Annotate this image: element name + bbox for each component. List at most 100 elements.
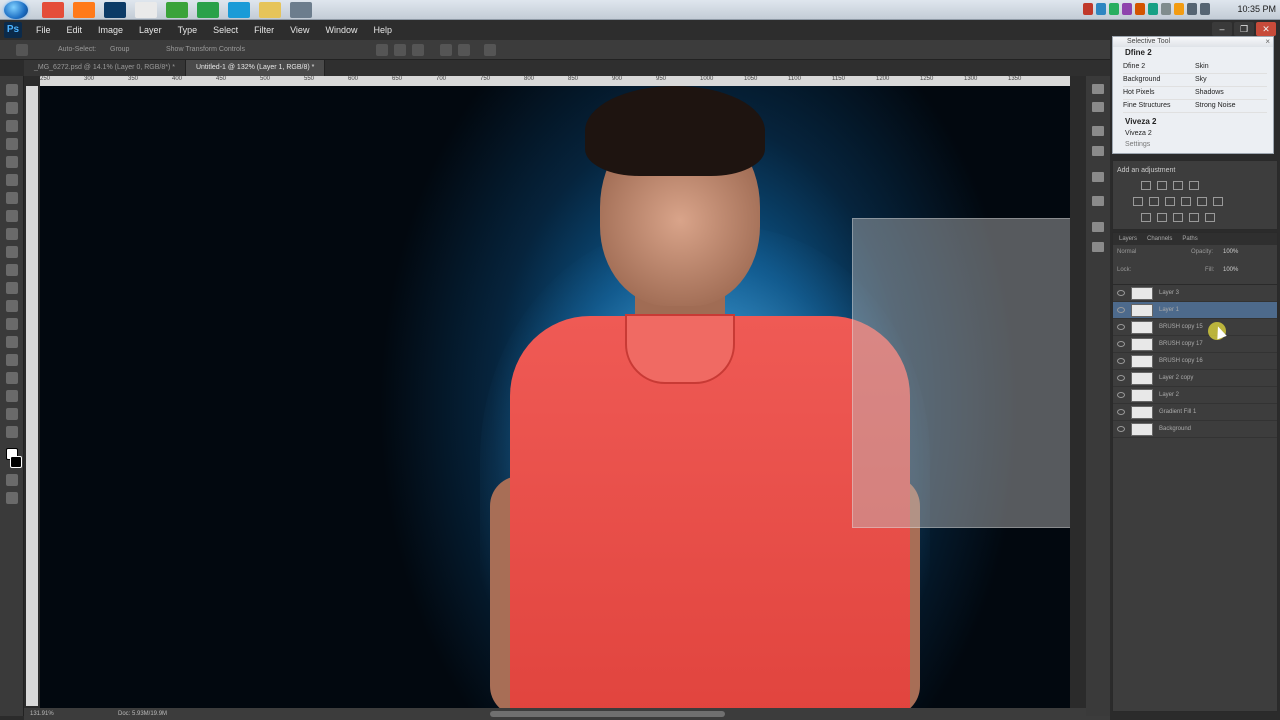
marquee-tool-icon[interactable]: [6, 102, 18, 114]
brightness-icon[interactable]: [1141, 181, 1151, 190]
align-icon[interactable]: [394, 44, 406, 56]
background-color-swatch[interactable]: [10, 456, 22, 468]
invert-icon[interactable]: [1141, 213, 1151, 222]
layer-name[interactable]: BRUSH copy 15: [1159, 319, 1203, 336]
path-select-tool-icon[interactable]: [6, 372, 18, 384]
dfine-option[interactable]: Hot Pixels: [1123, 87, 1195, 100]
curves-icon[interactable]: [1173, 181, 1183, 190]
visibility-eye-icon[interactable]: [1117, 290, 1125, 296]
channel-mixer-icon[interactable]: [1213, 197, 1223, 206]
volume-icon[interactable]: [1200, 3, 1210, 15]
photoshop-icon[interactable]: [104, 2, 126, 18]
align-icon[interactable]: [376, 44, 388, 56]
visibility-eye-icon[interactable]: [1117, 409, 1125, 415]
firefox-icon[interactable]: [73, 2, 95, 18]
layer-row[interactable]: BRUSH copy 17: [1113, 336, 1277, 353]
properties-icon[interactable]: [1092, 146, 1104, 156]
clock[interactable]: 10:35 PM: [1237, 4, 1276, 14]
zoom-level[interactable]: 131.91%: [30, 708, 54, 720]
tab-layers[interactable]: Layers: [1119, 233, 1137, 245]
tab-untitled-1[interactable]: Untitled-1 @ 132% (Layer 1, RGB/8) *: [185, 60, 326, 76]
dodge-tool-icon[interactable]: [6, 318, 18, 330]
visibility-eye-icon[interactable]: [1117, 324, 1125, 330]
quick-mask-icon[interactable]: [6, 474, 18, 486]
viveza-section-header[interactable]: Viveza 2: [1113, 116, 1273, 128]
menu-file[interactable]: File: [28, 20, 59, 40]
exposure-icon[interactable]: [1189, 181, 1199, 190]
brush-tool-icon[interactable]: [6, 210, 18, 222]
layer-name[interactable]: BRUSH copy 17: [1159, 336, 1203, 353]
character-icon[interactable]: [1092, 196, 1104, 206]
crop-tool-icon[interactable]: [6, 156, 18, 168]
hue-saturation-icon[interactable]: [1149, 197, 1159, 206]
tray-icon[interactable]: [1148, 3, 1158, 15]
layer-name[interactable]: Layer 2: [1159, 387, 1179, 404]
photo-filter-icon[interactable]: [1197, 197, 1207, 206]
doc-size[interactable]: Doc: 5.93M/19.9M: [118, 708, 167, 720]
layer-row[interactable]: Layer 1: [1113, 302, 1277, 319]
tray-icon[interactable]: [1161, 3, 1171, 15]
skype-icon[interactable]: [228, 2, 250, 18]
posterize-icon[interactable]: [1157, 213, 1167, 222]
eyedropper-tool-icon[interactable]: [6, 174, 18, 186]
layer-name[interactable]: BRUSH copy 16: [1159, 353, 1203, 370]
minimize-icon[interactable]: –: [1212, 22, 1232, 36]
fill-input[interactable]: 100%: [1223, 267, 1238, 273]
opacity-input[interactable]: 100%: [1223, 249, 1238, 255]
file-icon[interactable]: [135, 2, 157, 18]
tab-channels[interactable]: Channels: [1147, 233, 1172, 245]
visibility-eye-icon[interactable]: [1117, 392, 1125, 398]
group-select[interactable]: Group: [110, 43, 129, 57]
selective-color-icon[interactable]: [1205, 213, 1215, 222]
blur-tool-icon[interactable]: [6, 300, 18, 312]
tray-icon[interactable]: [1135, 3, 1145, 15]
menu-window[interactable]: Window: [317, 20, 365, 40]
zoom-tool-icon[interactable]: [6, 426, 18, 438]
stamp-tool-icon[interactable]: [6, 228, 18, 240]
color-balance-icon[interactable]: [1165, 197, 1175, 206]
threshold-icon[interactable]: [1173, 213, 1183, 222]
vibrance-icon[interactable]: [1133, 197, 1143, 206]
dfine-option[interactable]: Shadows: [1195, 87, 1267, 100]
visibility-eye-icon[interactable]: [1117, 341, 1125, 347]
distribute-icon[interactable]: [458, 44, 470, 56]
tab-paths[interactable]: Paths: [1182, 233, 1197, 245]
monitor-icon[interactable]: [290, 2, 312, 18]
visibility-eye-icon[interactable]: [1117, 375, 1125, 381]
tray-icon[interactable]: [1096, 3, 1106, 15]
show-transform-checkbox[interactable]: Show Transform Controls: [166, 43, 245, 57]
layer-row[interactable]: BRUSH copy 16: [1113, 353, 1277, 370]
screen-mode-icon[interactable]: [6, 492, 18, 504]
dfine-option[interactable]: Skin: [1195, 61, 1267, 74]
levels-icon[interactable]: [1157, 181, 1167, 190]
layer-row[interactable]: Layer 3: [1113, 285, 1277, 302]
distribute-icon[interactable]: [440, 44, 452, 56]
healing-tool-icon[interactable]: [6, 192, 18, 204]
black-white-icon[interactable]: [1181, 197, 1191, 206]
align-icon[interactable]: [412, 44, 424, 56]
styles-icon[interactable]: [1092, 242, 1104, 252]
gradient-tool-icon[interactable]: [6, 282, 18, 294]
dfine-option[interactable]: Fine Structures: [1123, 100, 1195, 113]
menu-image[interactable]: Image: [90, 20, 131, 40]
viveza-option[interactable]: Viveza 2: [1113, 128, 1273, 140]
horizontal-scrollbar[interactable]: [490, 711, 725, 717]
dfine-option[interactable]: Dfine 2: [1123, 61, 1195, 74]
layer-name[interactable]: Background: [1159, 421, 1191, 438]
close-icon[interactable]: ✕: [1256, 22, 1276, 36]
move-tool-icon[interactable]: [16, 44, 28, 56]
history-brush-tool-icon[interactable]: [6, 246, 18, 258]
menu-view[interactable]: View: [282, 20, 317, 40]
shape-tool-icon[interactable]: [6, 390, 18, 402]
menu-select[interactable]: Select: [205, 20, 246, 40]
type-tool-icon[interactable]: [6, 354, 18, 366]
network-icon[interactable]: [1187, 3, 1197, 15]
tray-icon[interactable]: [1174, 3, 1184, 15]
dfine-option[interactable]: Strong Noise: [1195, 100, 1267, 113]
visibility-eye-icon[interactable]: [1117, 358, 1125, 364]
brush-panel-icon[interactable]: [1092, 172, 1104, 182]
paragraph-icon[interactable]: [1092, 222, 1104, 232]
settings-link[interactable]: Settings: [1113, 140, 1273, 150]
menu-edit[interactable]: Edit: [59, 20, 91, 40]
actions-icon[interactable]: [1092, 102, 1104, 112]
